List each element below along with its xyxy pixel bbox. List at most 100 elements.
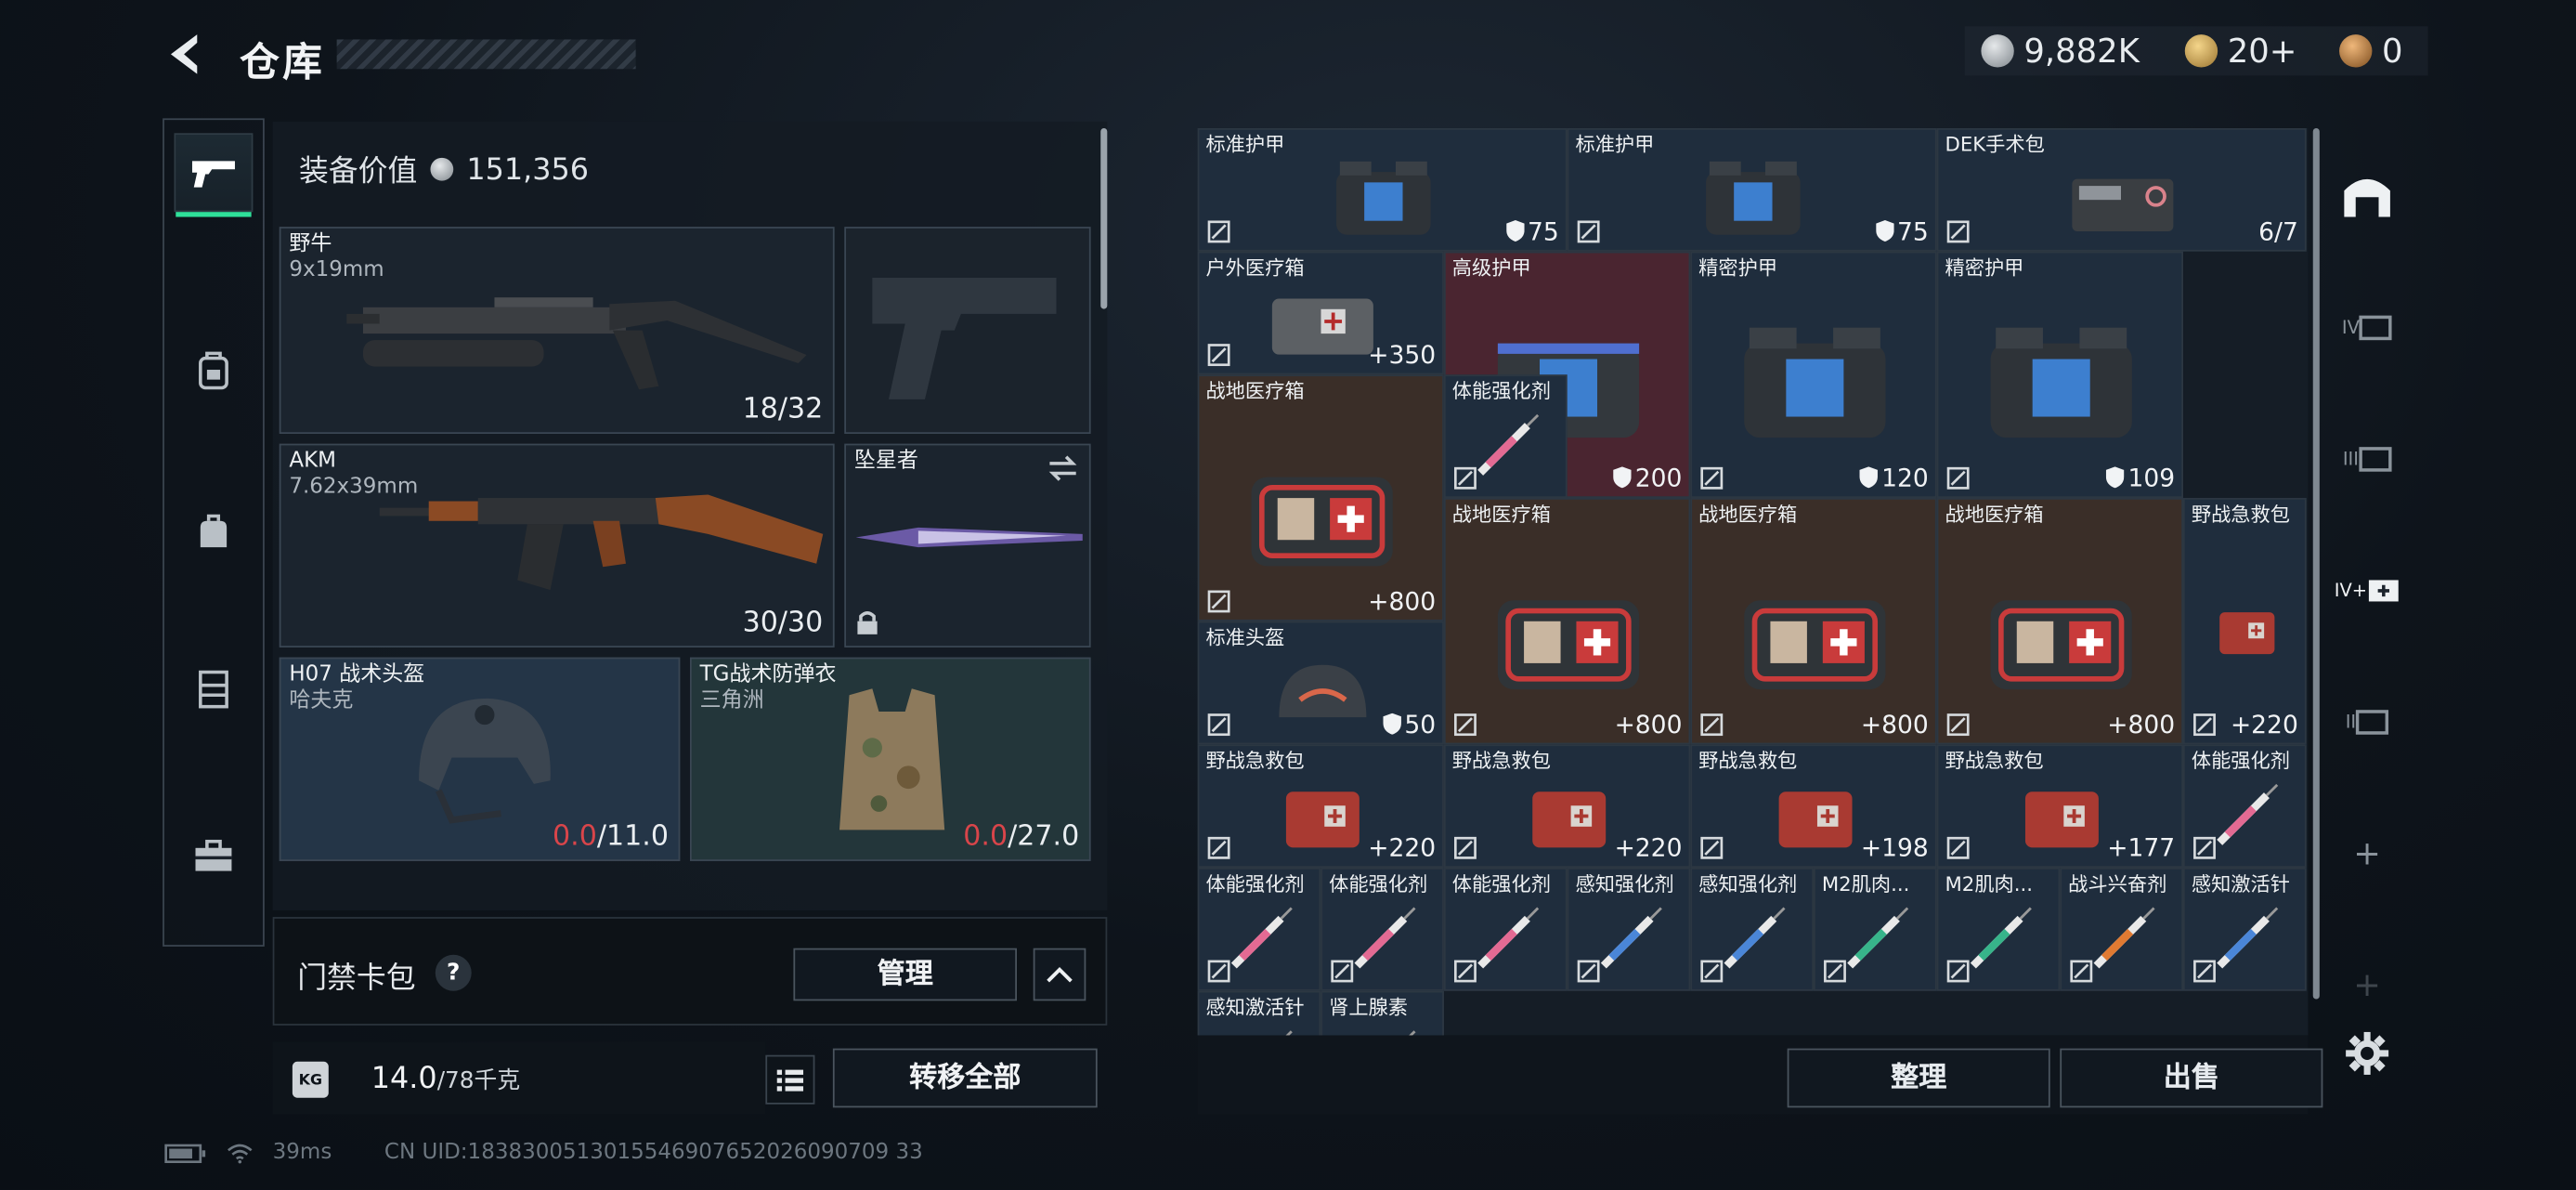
stash-item-syringe-green[interactable]: M2肌肉... xyxy=(1813,868,1937,991)
unlock-slot-icon xyxy=(1207,344,1230,367)
stash-item-outdoor-kit[interactable]: 户外医疗箱 +350 xyxy=(1197,251,1444,375)
stash-item-syringe-blue[interactable]: 肾上腺素 xyxy=(1321,990,1444,1036)
stash-item-syringe-blue[interactable]: 感知强化剂 xyxy=(1567,868,1691,991)
stash-item-syringe-blue[interactable]: 感知激活针 xyxy=(1197,990,1321,1036)
helmet-slot[interactable]: H07 战术头盔 哈夫克 0.0/11.0 xyxy=(279,657,681,861)
stash-item-armor[interactable]: 标准护甲 75 xyxy=(1197,127,1568,252)
stash-item-syringe-blue[interactable]: 感知激活针 xyxy=(2183,868,2307,991)
stash-item-syringe-pink[interactable]: 体能强化剂 xyxy=(1321,868,1444,991)
nav-weapons[interactable] xyxy=(174,133,254,217)
item-name: 体能强化剂 xyxy=(1451,379,1551,403)
stash-item-armor[interactable]: 精密护甲 109 xyxy=(1936,251,2184,499)
unlock-slot-icon xyxy=(1454,713,1477,737)
chevron-up-icon xyxy=(1047,966,1073,983)
unlock-slot-icon xyxy=(1946,713,1970,737)
item-name: 野战急救包 xyxy=(2191,503,2291,527)
help-button[interactable]: ? xyxy=(435,954,472,991)
tab-add[interactable]: + xyxy=(2329,815,2404,890)
tab-stash-iv[interactable]: IV xyxy=(2329,289,2404,364)
tab-stash-home[interactable] xyxy=(2329,158,2404,233)
uid-text: CN UID:1838300513015546907652026090709 3… xyxy=(384,1140,923,1166)
stash-item-medkit[interactable]: 战地医疗箱 +800 xyxy=(1443,498,1691,745)
helmet-faction: 哈夫克 xyxy=(289,688,354,713)
item-name: 野战急救包 xyxy=(1698,749,1798,773)
nav-backpack[interactable] xyxy=(175,331,254,410)
stash-item-syringe-pink[interactable]: 体能强化剂 xyxy=(1197,868,1321,991)
list-view-button[interactable] xyxy=(765,1054,815,1105)
sidearm-slot[interactable] xyxy=(844,227,1091,435)
melee-slot[interactable]: 坠星者 xyxy=(844,443,1091,647)
back-arrow-icon[interactable] xyxy=(161,30,210,79)
stash-item-surgery[interactable]: DEK手术包 6/7 xyxy=(1936,127,2307,252)
transfer-all-button[interactable]: 转移全部 xyxy=(832,1048,1098,1108)
item-armor-image xyxy=(1336,161,1432,235)
tab-stash-ii[interactable]: II xyxy=(2329,684,2404,759)
armor-slot[interactable]: TG战术防弹衣 三角洲 0.0/27.0 xyxy=(689,657,1091,861)
item-name: 战地医疗箱 xyxy=(1945,503,2044,527)
item-value: 75 xyxy=(1506,217,1559,246)
kg-weight-icon: KG xyxy=(292,1061,329,1098)
stash-item-syringe-pink[interactable]: 体能强化剂 xyxy=(1443,374,1568,499)
unlock-slot-icon xyxy=(1577,960,1600,983)
item-name: 标准护甲 xyxy=(1205,133,1285,157)
secondary-weapon-slot[interactable]: AKM 7.62x39mm 30/30 xyxy=(279,443,835,647)
sort-button[interactable]: 整理 xyxy=(1787,1048,2050,1108)
stash-item-firstaid[interactable]: 野战急救包 +220 xyxy=(2183,498,2307,745)
stash-item-armor[interactable]: 精密护甲 120 xyxy=(1690,251,1937,499)
primary-weapon-name: 野牛 xyxy=(289,231,332,256)
currency-bronze[interactable]: 0 xyxy=(2339,30,2403,72)
shield-icon xyxy=(1613,466,1633,489)
currency-bronze-value: 0 xyxy=(2382,31,2403,72)
loadout-scrollbar[interactable] xyxy=(1100,127,1108,309)
stash-item-firstaid[interactable]: 野战急救包 +220 xyxy=(1197,744,1444,869)
unlock-slot-icon xyxy=(1454,466,1477,490)
item-value-text: +800 xyxy=(1368,586,1437,617)
stash-item-helmet[interactable]: 标准头盔 50 xyxy=(1197,621,1444,745)
unlock-slot-icon xyxy=(1700,713,1724,737)
nav-pouch[interactable] xyxy=(175,491,254,570)
currency-silver[interactable]: 9,882K xyxy=(1981,30,2140,72)
stash-item-armor[interactable]: 标准护甲 75 xyxy=(1567,127,1937,252)
loadout-panel: 装备价值 151,356 野牛 9x19mm 18/32 AKM 7.62x39… xyxy=(272,121,1108,911)
item-value: +800 xyxy=(1861,711,1929,739)
item-name: 野战急救包 xyxy=(1205,749,1305,773)
currency-gold[interactable]: 20+ xyxy=(2184,30,2296,72)
collapse-button[interactable] xyxy=(1033,948,1086,1001)
unlock-slot-icon xyxy=(2070,960,2093,983)
tab-stash-medical[interactable]: IV+ xyxy=(2329,552,2404,627)
equipment-value-label: 装备价值 xyxy=(298,154,418,190)
stash-item-syringe-orange[interactable]: 战斗兴奋剂 xyxy=(2060,868,2184,991)
stash-item-medkit[interactable]: 战地医疗箱 +800 xyxy=(1936,498,2184,745)
item-value-text: +220 xyxy=(2230,710,2298,740)
tab-add-2[interactable]: + xyxy=(2329,947,2404,1022)
item-firstaid-image xyxy=(2024,791,2099,848)
item-value-text: +220 xyxy=(1614,832,1683,863)
ping-text: 39ms xyxy=(272,1140,332,1166)
nav-vest[interactable] xyxy=(175,649,254,728)
access-card-bar: 门禁卡包 ? 管理 xyxy=(272,917,1108,1026)
stash-item-medkit[interactable]: 战地医疗箱 +800 xyxy=(1690,498,1937,745)
nav-case[interactable] xyxy=(175,817,254,896)
stash-item-firstaid[interactable]: 野战急救包 +220 xyxy=(1443,744,1691,869)
manage-button[interactable]: 管理 xyxy=(793,948,1018,1001)
briefcase-icon xyxy=(195,839,232,871)
stash-item-firstaid[interactable]: 野战急救包 +177 xyxy=(1936,744,2184,869)
stash-item-syringe-green[interactable]: M2肌肉... xyxy=(1936,868,2061,991)
stash-item-medkit[interactable]: 战地医疗箱 +800 xyxy=(1197,374,1444,621)
item-value-text: 109 xyxy=(2127,463,2176,493)
item-name: 标准护甲 xyxy=(1575,133,1655,157)
item-value-text: 6/7 xyxy=(2258,216,2298,247)
unlock-slot-icon xyxy=(1700,836,1724,859)
stash-item-firstaid[interactable]: 野战急救包 +198 xyxy=(1690,744,1937,869)
swap-arrows-icon[interactable] xyxy=(1047,455,1079,481)
primary-weapon-slot[interactable]: 野牛 9x19mm 18/32 xyxy=(279,227,835,435)
stash-scrollbar[interactable] xyxy=(2312,127,2320,1000)
settings-gear-icon[interactable] xyxy=(2343,1028,2392,1078)
stash-item-syringe-pink[interactable]: 体能强化剂 xyxy=(2183,744,2307,869)
sell-button[interactable]: 出售 xyxy=(2060,1048,2323,1108)
stash-item-syringe-blue[interactable]: 感知强化剂 xyxy=(1690,868,1814,991)
tab-stash-iii[interactable]: III xyxy=(2329,421,2404,496)
item-name: 感知强化剂 xyxy=(1698,872,1798,896)
item-value: 120 xyxy=(1860,464,1929,493)
stash-item-syringe-pink[interactable]: 体能强化剂 xyxy=(1443,868,1568,991)
